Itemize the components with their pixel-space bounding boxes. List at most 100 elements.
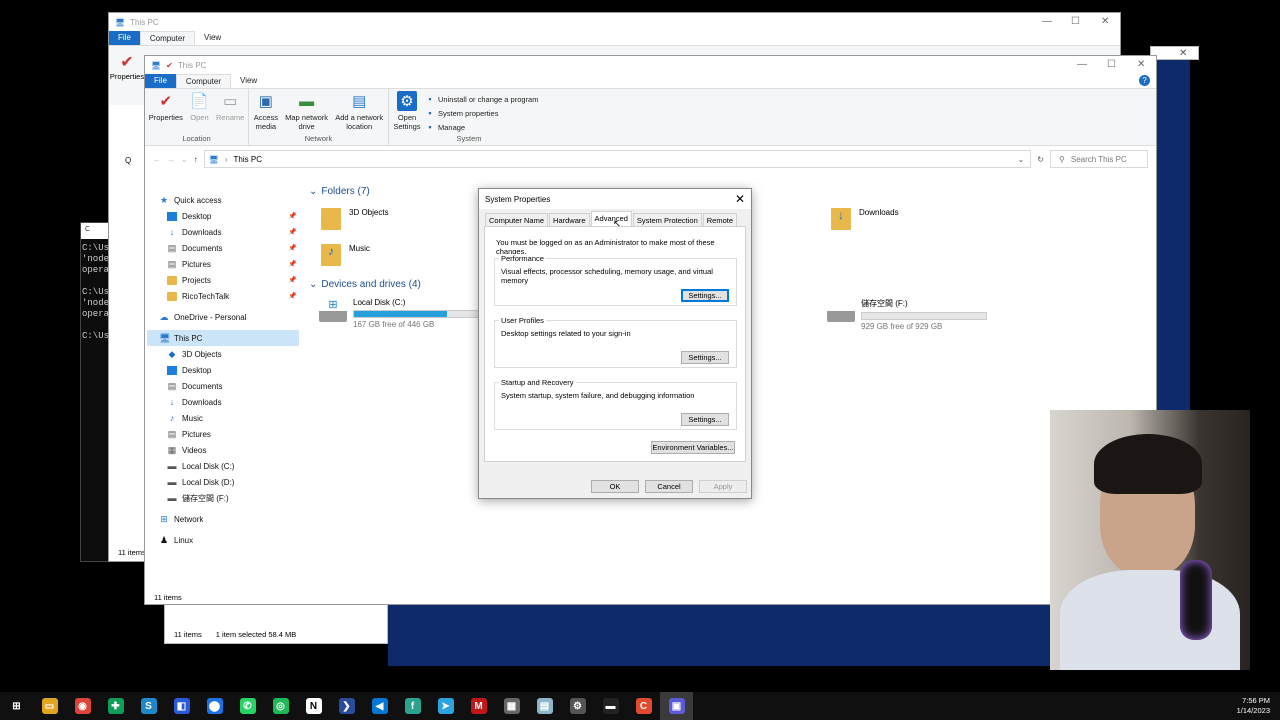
- drive-f[interactable]: 儲存空間 (F:) 929 GB free of 929 GB: [827, 298, 987, 331]
- performance-desc: Visual effects, processor scheduling, me…: [501, 267, 713, 285]
- folder-3d-objects[interactable]: 3D Objects: [321, 208, 389, 230]
- minimize-icon[interactable]: —: [1042, 16, 1052, 27]
- nav-quick-item[interactable]: RicoTechTalk 📌: [147, 288, 299, 304]
- collapse-chevron-icon: ⌄: [309, 186, 318, 197]
- nav-pc-item[interactable]: ▤ Documents: [147, 378, 299, 394]
- pin-icon[interactable]: 📌: [288, 244, 297, 252]
- taskbar-maps-button[interactable]: ⬤: [198, 692, 231, 720]
- taskbar-chrome-button[interactable]: ◉: [66, 692, 99, 720]
- system-clock[interactable]: 7:56 PM 1/14/2023: [1237, 696, 1270, 716]
- pin-icon[interactable]: 📌: [288, 276, 297, 284]
- address-bar[interactable]: 🖥 › This PC ⌄: [203, 150, 1032, 168]
- nav-pc-item[interactable]: Desktop: [147, 362, 299, 378]
- close-icon[interactable]: ✕: [1179, 48, 1187, 59]
- system-properties-dialog[interactable]: System Properties ✕ Computer Name Hardwa…: [478, 188, 752, 499]
- tab-view[interactable]: View: [231, 74, 266, 88]
- nav-quick-item[interactable]: ▤ Documents 📌: [147, 240, 299, 256]
- drives-section-header[interactable]: ⌄ Devices and drives (4): [309, 279, 421, 290]
- nav-quick-item[interactable]: ↓ Downloads 📌: [147, 224, 299, 240]
- close-icon[interactable]: ✕: [735, 192, 745, 206]
- nav-quick-access[interactable]: ★ Quick access: [147, 192, 299, 208]
- taskbar-whatsapp-button[interactable]: ✆: [231, 692, 264, 720]
- tab-file[interactable]: File: [145, 74, 176, 88]
- taskbar-app-c-button[interactable]: C: [627, 692, 660, 720]
- taskbar-spotify-button[interactable]: ◎: [264, 692, 297, 720]
- help-icon[interactable]: ?: [1139, 75, 1150, 86]
- tab-advanced[interactable]: Advanced: [590, 211, 632, 227]
- ok-button[interactable]: OK: [591, 480, 639, 493]
- recent-chevron-icon[interactable]: ⌄: [181, 155, 188, 164]
- user-profiles-settings-button[interactable]: Settings...: [681, 351, 729, 364]
- manage-button[interactable]: ▪ Manage: [425, 120, 538, 134]
- nav-quick-item[interactable]: ▤ Pictures 📌: [147, 256, 299, 272]
- taskbar-telegram-button[interactable]: ➤: [429, 692, 462, 720]
- nav-this-pc[interactable]: 🖥 This PC: [147, 330, 299, 346]
- pin-icon[interactable]: 📌: [288, 228, 297, 236]
- nav-linux[interactable]: ♟ Linux: [147, 532, 299, 548]
- search-input[interactable]: ⚲ Search This PC: [1050, 150, 1148, 168]
- refresh-icon[interactable]: ↻: [1037, 155, 1044, 164]
- nav-onedrive[interactable]: ☁ OneDrive - Personal: [147, 309, 299, 325]
- terminal-icon: ▬: [602, 698, 619, 714]
- close-icon[interactable]: ✕: [1137, 59, 1145, 70]
- nav-pc-item[interactable]: ▦ Videos: [147, 442, 299, 458]
- taskbar-app-s-button[interactable]: S: [132, 692, 165, 720]
- cancel-button[interactable]: Cancel: [645, 480, 693, 493]
- nav-quick-item-label: Projects: [182, 275, 211, 285]
- properties-button[interactable]: ✔ Properties: [109, 46, 145, 81]
- taskbar-file-explorer-button[interactable]: ▭: [33, 692, 66, 720]
- tab-computer[interactable]: Computer: [139, 31, 196, 45]
- folder-music[interactable]: ♪ Music: [321, 244, 370, 266]
- nav-quick-item[interactable]: Projects 📌: [147, 272, 299, 288]
- taskbar-remote-button[interactable]: ▣: [660, 692, 693, 720]
- pin-icon[interactable]: 📌: [288, 292, 297, 300]
- nav-pc-item[interactable]: ▬ Local Disk (D:): [147, 474, 299, 490]
- taskbar-windows-start-button[interactable]: ⊞: [0, 692, 33, 720]
- tab-view[interactable]: View: [195, 31, 230, 45]
- performance-settings-button[interactable]: Settings...: [681, 289, 729, 302]
- tab-file[interactable]: File: [109, 31, 140, 45]
- tab-computer-name[interactable]: Computer Name: [485, 213, 549, 227]
- taskbar-settings-button[interactable]: ⚙: [561, 692, 594, 720]
- nav-network[interactable]: ⊞ Network: [147, 511, 299, 527]
- nav-pc-item[interactable]: ♪ Music: [147, 410, 299, 426]
- folder-downloads[interactable]: ↓ Downloads: [831, 208, 899, 230]
- startup-settings-button[interactable]: Settings...: [681, 413, 729, 426]
- drive-c[interactable]: ⊞ Local Disk (C:) 167 GB free of 446 GB: [319, 298, 503, 329]
- tab-remote[interactable]: Remote: [702, 213, 738, 227]
- up-arrow-icon[interactable]: ↑: [194, 155, 198, 164]
- taskbar-powershell-button[interactable]: ❯: [330, 692, 363, 720]
- nav-pc-item[interactable]: ▬ 儲存空間 (F:): [147, 490, 299, 506]
- apply-button[interactable]: Apply: [699, 480, 747, 493]
- maximize-icon[interactable]: ☐: [1071, 16, 1080, 27]
- pin-icon[interactable]: 📌: [288, 212, 297, 220]
- taskbar-terminal-button[interactable]: ▬: [594, 692, 627, 720]
- taskbar-calculator-button[interactable]: ▦: [495, 692, 528, 720]
- minimize-icon[interactable]: —: [1077, 59, 1087, 70]
- back-arrow-icon[interactable]: ←: [153, 155, 161, 164]
- taskbar-mcafee-button[interactable]: M: [462, 692, 495, 720]
- nav-pc-item[interactable]: ↓ Downloads: [147, 394, 299, 410]
- tab-hardware[interactable]: Hardware: [549, 213, 590, 227]
- uninstall-program-button[interactable]: ▪ Uninstall or change a program: [425, 92, 538, 106]
- taskbar-vscode-button[interactable]: ◀: [363, 692, 396, 720]
- tab-computer[interactable]: Computer: [175, 74, 232, 88]
- environment-variables-button[interactable]: Environment Variables...: [651, 441, 735, 454]
- address-dropdown-icon[interactable]: ⌄: [1018, 155, 1025, 164]
- taskbar-app-f-button[interactable]: f: [396, 692, 429, 720]
- taskbar-app-design-button[interactable]: ◧: [165, 692, 198, 720]
- nav-pc-item[interactable]: ◆ 3D Objects: [147, 346, 299, 362]
- breadcrumb[interactable]: This PC: [234, 155, 262, 164]
- taskbar-notion-button[interactable]: N: [297, 692, 330, 720]
- system-properties-button[interactable]: ▪ System properties: [425, 106, 538, 120]
- taskbar-notes-button[interactable]: ▤: [528, 692, 561, 720]
- pin-icon[interactable]: 📌: [288, 260, 297, 268]
- nav-pc-item[interactable]: ▤ Pictures: [147, 426, 299, 442]
- close-icon[interactable]: ✕: [1101, 16, 1109, 27]
- maximize-icon[interactable]: ☐: [1107, 59, 1116, 70]
- nav-quick-item[interactable]: Desktop 📌: [147, 208, 299, 224]
- nav-pc-item[interactable]: ▬ Local Disk (C:): [147, 458, 299, 474]
- tab-system-protection[interactable]: System Protection: [632, 213, 702, 227]
- taskbar-app-grid-button[interactable]: ✚: [99, 692, 132, 720]
- forward-arrow-icon[interactable]: →: [167, 155, 175, 164]
